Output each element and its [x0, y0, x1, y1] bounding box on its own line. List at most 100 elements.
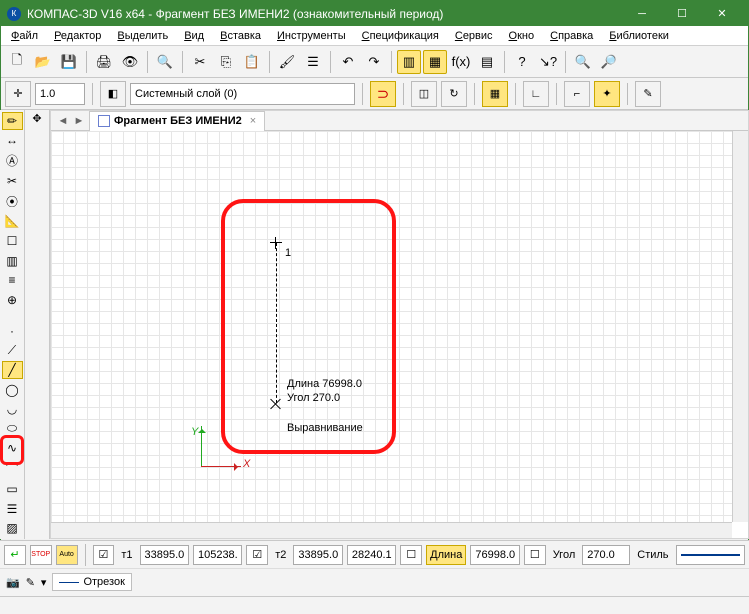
manager2-icon[interactable]: ▦ — [423, 50, 447, 74]
brush3-icon[interactable]: ✎ — [26, 576, 35, 589]
menu-select[interactable]: Выделить — [111, 28, 174, 44]
main-toolbar: 🗋 📂 💾 🖨 👁 🔍 ✂ ⎘ 📋 🖌 ☰ ↶ ↷ ▥ ▦ f(x) ▤ ? ↘… — [1, 46, 748, 78]
camera-icon[interactable]: 📷 — [6, 576, 20, 589]
tab-prev-icon[interactable]: ◄ — [57, 115, 69, 127]
new-icon[interactable]: 🗋 — [5, 50, 29, 74]
len-lock-icon[interactable]: ☐ — [400, 545, 422, 565]
menu-spec[interactable]: Спецификация — [356, 28, 445, 44]
open-icon[interactable]: 📂 — [31, 50, 55, 74]
notation-tool-icon[interactable]: Ⓐ — [2, 151, 23, 170]
hatch-tool-icon[interactable]: ▨ — [2, 519, 23, 537]
snap-axis-icon[interactable]: ✛ — [5, 81, 31, 107]
circle-tool-icon[interactable]: ◯ — [2, 381, 23, 399]
local-cs-icon[interactable]: ∟ — [523, 81, 549, 107]
canvas[interactable]: Y X 1 Длина 76998.0 Угол 270.0 Выравнива… — [51, 131, 732, 522]
help-icon[interactable]: ? — [510, 50, 534, 74]
autolines-tool-icon[interactable]: ☰ — [2, 500, 23, 518]
arc-tool-icon[interactable]: ◡ — [2, 401, 23, 419]
layer-icon[interactable]: ◧ — [100, 81, 126, 107]
tab-fragment[interactable]: Фрагмент БЕЗ ИМЕНИ2 × — [89, 111, 265, 131]
stop-icon[interactable]: STOP — [30, 545, 52, 565]
t2-x-input[interactable]: 33895.0 — [293, 545, 342, 565]
reports-tool-icon[interactable]: ≡ — [2, 271, 23, 289]
dimensions-tool-icon[interactable]: ↔ — [2, 132, 23, 150]
zoom-window-icon[interactable]: 🔍 — [571, 50, 595, 74]
magnet-icon[interactable]: ⊃ — [370, 81, 396, 107]
zoom-icon[interactable]: 🔍 — [153, 50, 177, 74]
menu-service[interactable]: Сервис — [449, 28, 499, 44]
brush2-icon[interactable]: ✎ — [635, 81, 661, 107]
menu-help[interactable]: Справка — [544, 28, 599, 44]
save-icon[interactable]: 💾 — [57, 50, 81, 74]
aux-line-icon[interactable]: ⟋ — [2, 342, 23, 360]
fragment-doc-icon — [98, 115, 110, 127]
more-icon[interactable]: ▾ — [41, 576, 47, 589]
close-button[interactable]: ✕ — [702, 1, 742, 26]
apply-icon[interactable]: ↵ — [4, 545, 26, 565]
pan-icon[interactable]: ✥ — [32, 112, 41, 125]
vars-icon[interactable]: ▤ — [475, 50, 499, 74]
edit-tool-icon[interactable]: ✂ — [2, 172, 23, 190]
scrollbar-horizontal[interactable] — [51, 522, 732, 538]
t1-lock-icon[interactable]: ☑ — [93, 545, 115, 565]
round-icon[interactable]: ↻ — [441, 81, 467, 107]
print-icon[interactable]: 🖨 — [92, 50, 116, 74]
ortho-icon[interactable]: ◫ — [411, 81, 437, 107]
t2-lock-icon[interactable]: ☑ — [246, 545, 268, 565]
style-select[interactable] — [676, 545, 746, 565]
param-icon[interactable]: ⌐ — [564, 81, 590, 107]
t1-x-input[interactable]: 33895.0 — [140, 545, 189, 565]
manager1-icon[interactable]: ▥ — [397, 50, 421, 74]
preview-icon[interactable]: 👁 — [118, 50, 142, 74]
segment-tool-icon[interactable]: ╱ — [2, 361, 23, 379]
menu-libs[interactable]: Библиотеки — [603, 28, 675, 44]
param-tool-icon[interactable]: ⦿ — [2, 192, 23, 211]
redo-icon[interactable]: ↷ — [362, 50, 386, 74]
menu-insert[interactable]: Вставка — [214, 28, 267, 44]
fx-icon[interactable]: f(x) — [449, 50, 473, 74]
geometry-tool-icon[interactable]: ✏ — [2, 112, 23, 130]
t2-y-input[interactable]: 28240.1 — [347, 545, 396, 565]
length-input[interactable]: 76998.0 — [470, 545, 519, 565]
ang-lock-icon[interactable]: ☐ — [524, 545, 546, 565]
menu-view[interactable]: Вид — [178, 28, 210, 44]
paste-icon[interactable]: 📋 — [240, 50, 264, 74]
scrollbar-vertical[interactable] — [732, 131, 748, 522]
properties-icon[interactable]: ☰ — [301, 50, 325, 74]
insert-tool-icon[interactable]: ⊕ — [2, 291, 23, 309]
compact-panel: ✏ ↔ Ⓐ ✂ ⦿ 📐 ☐ ▥ ≡ ⊕ · ⟋ ╱ ◯ ◡ ⬭ ∿ ⌒ ▭ ☰ … — [0, 110, 25, 539]
undo-icon[interactable]: ↶ — [336, 50, 360, 74]
t1-y-input[interactable]: 105238. — [193, 545, 242, 565]
angle-input[interactable]: 270.0 — [582, 545, 630, 565]
snap-toggle-icon[interactable]: ✦ — [594, 81, 620, 107]
minimize-button[interactable]: ─ — [622, 1, 662, 26]
copy-icon[interactable]: ⎘ — [214, 50, 238, 74]
tab-close-icon[interactable]: × — [250, 115, 256, 127]
tab-next-icon[interactable]: ► — [73, 115, 85, 127]
menu-window[interactable]: Окно — [503, 28, 541, 44]
align-readout: Выравнивание — [287, 421, 363, 435]
zoom-fit-icon[interactable]: 🔎 — [597, 50, 621, 74]
auto-icon[interactable]: Auto — [56, 545, 78, 565]
menu-edit[interactable]: Редактор — [48, 28, 107, 44]
brush-icon[interactable]: 🖌 — [275, 50, 299, 74]
point-indicator: 1 — [285, 247, 291, 259]
titlebar: К КОМПАС-3D V16 x64 - Фрагмент БЕЗ ИМЕНИ… — [1, 1, 748, 26]
point-tool-icon[interactable]: · — [2, 322, 23, 340]
segment-tab[interactable]: Отрезок — [52, 573, 131, 591]
line-style-preview-icon — [681, 554, 741, 556]
cut-icon[interactable]: ✂ — [188, 50, 212, 74]
layer-select[interactable] — [130, 83, 355, 105]
measure-tool-icon[interactable]: 📐 — [2, 213, 23, 231]
drawing-panel: ◄ ► Фрагмент БЕЗ ИМЕНИ2 × Y X 1 — [50, 110, 749, 539]
grid-icon[interactable]: ▦ — [482, 81, 508, 107]
spec-tool-icon[interactable]: ▥ — [2, 252, 23, 270]
view-toolbar: ✛ ◧ ⊃ ◫ ↻ ▦ ∟ ⌐ ✦ ✎ — [1, 78, 748, 110]
menu-file[interactable]: Файл — [5, 28, 44, 44]
maximize-button[interactable]: ☐ — [662, 1, 702, 26]
rect-tool-icon[interactable]: ▭ — [2, 480, 23, 498]
scale-input[interactable] — [35, 83, 85, 105]
whats-this-icon[interactable]: ↘? — [536, 50, 560, 74]
select-tool-icon[interactable]: ☐ — [2, 232, 23, 250]
menu-tools[interactable]: Инструменты — [271, 28, 352, 44]
